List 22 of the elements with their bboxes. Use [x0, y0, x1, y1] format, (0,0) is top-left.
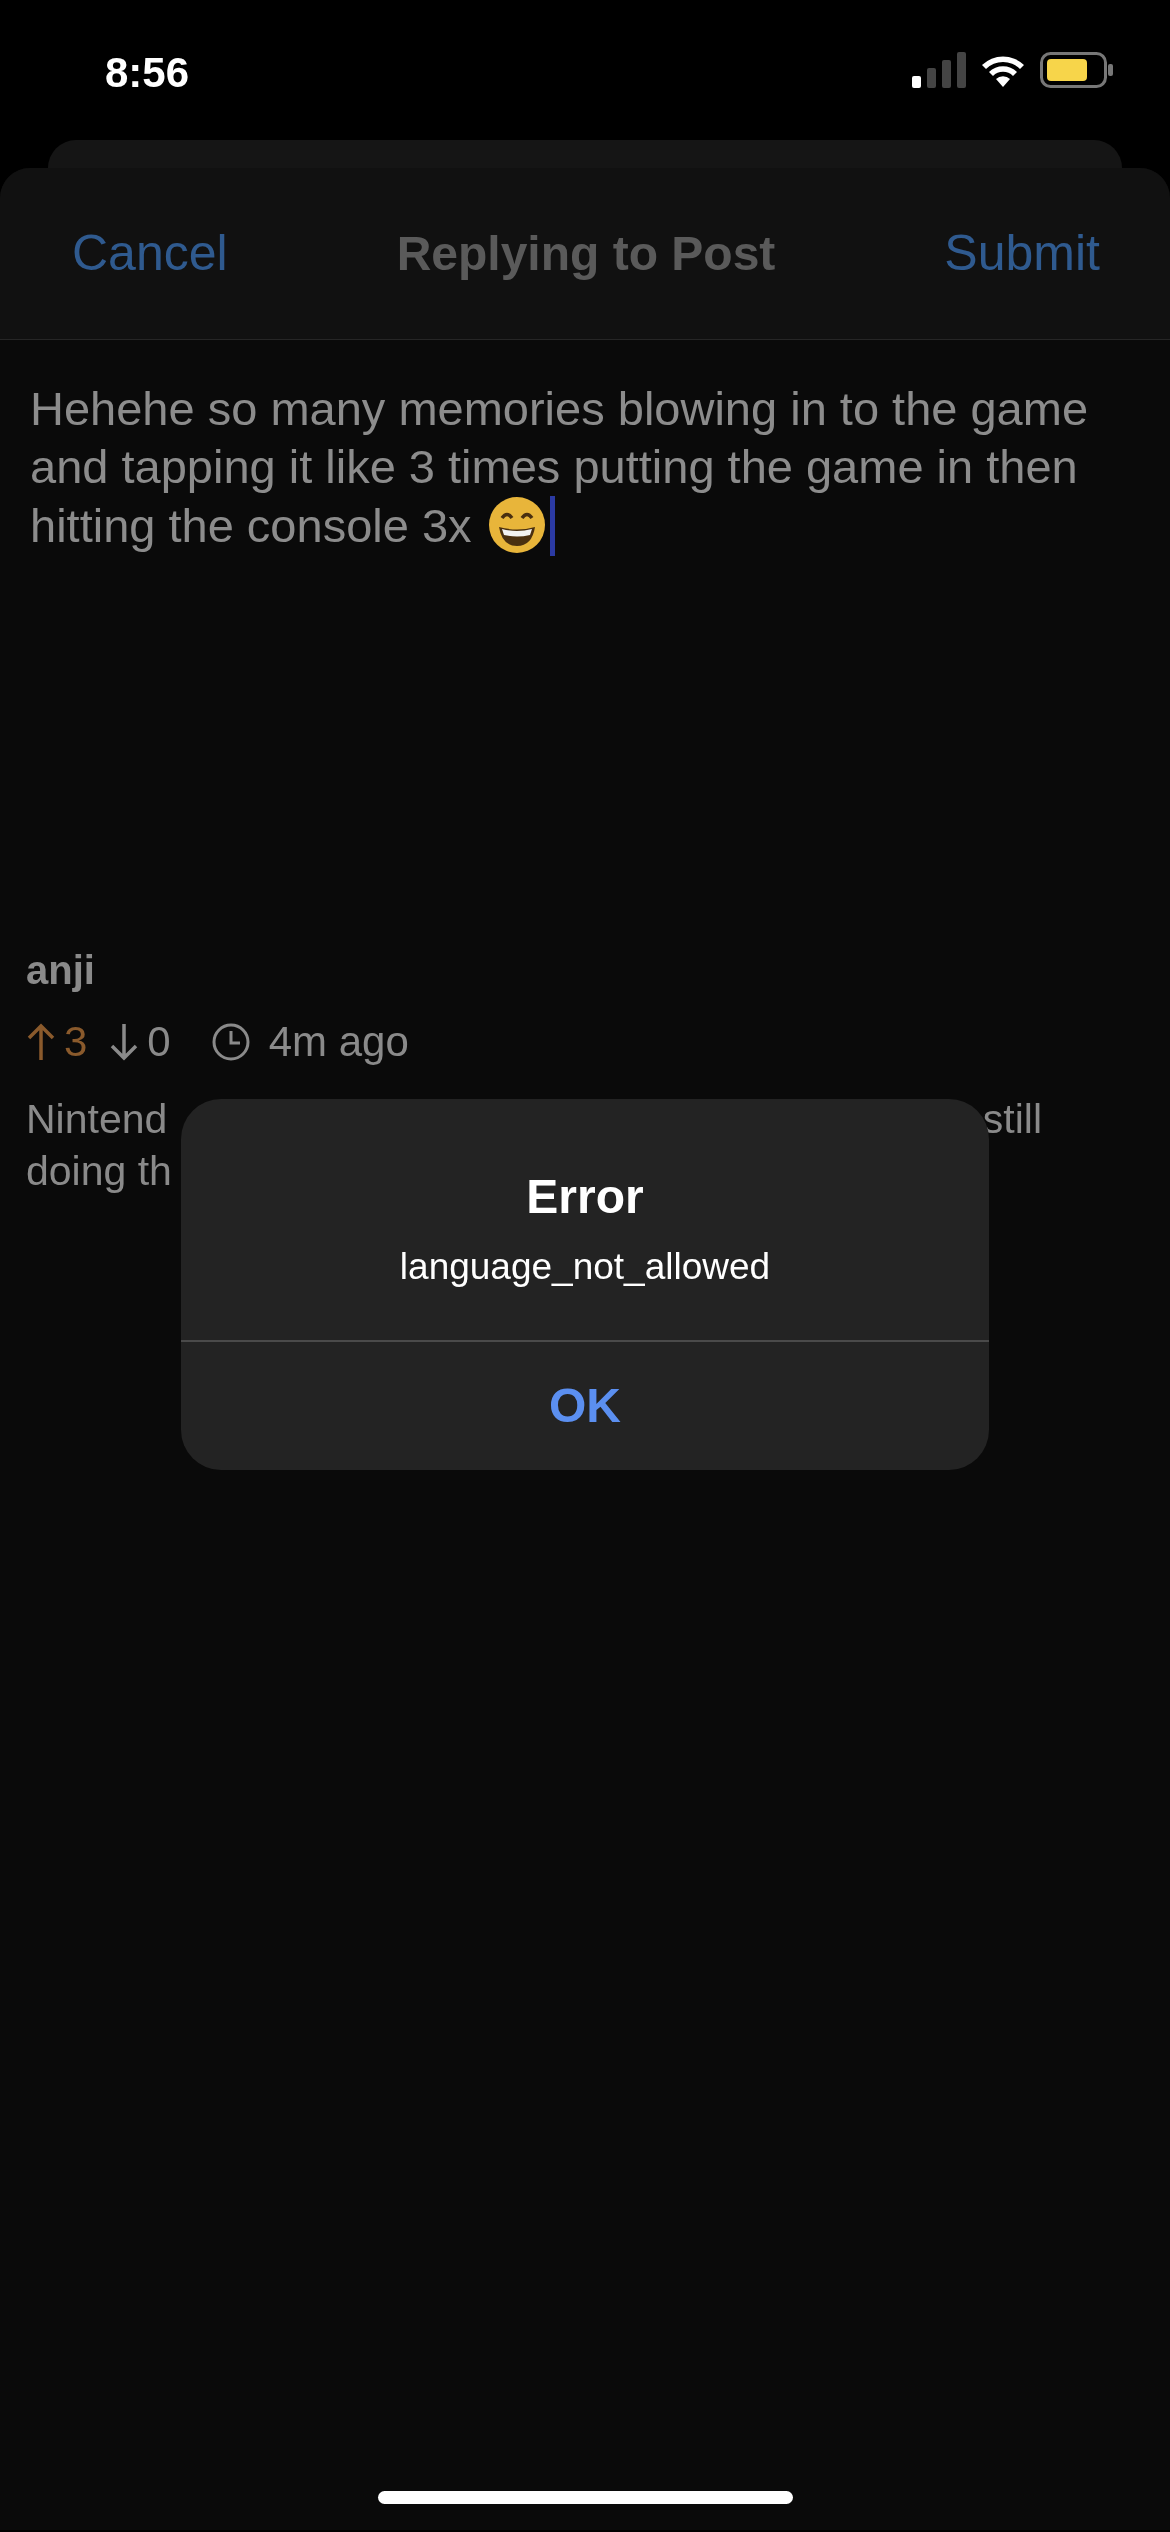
- upvote-count: 3: [64, 1017, 88, 1067]
- text-cursor: [549, 496, 555, 556]
- dialog-message: language_not_allowed: [398, 1245, 772, 1289]
- comment-time: 4m ago: [268, 1017, 409, 1067]
- comment-text: Nintend: [26, 1095, 168, 1144]
- comment-text: still: [982, 1095, 1042, 1144]
- cancel-button[interactable]: Cancel: [72, 216, 228, 291]
- comment-author: anji: [26, 947, 96, 994]
- downvote-count: 0: [147, 1017, 171, 1067]
- clock-icon: [210, 1021, 251, 1062]
- downvote-arrow-icon[interactable]: [109, 1021, 140, 1062]
- wifi-icon: [980, 53, 1026, 87]
- ok-button[interactable]: OK: [181, 1342, 989, 1470]
- dialog-title: Error: [525, 1169, 645, 1225]
- comment-text: doing th: [26, 1147, 172, 1196]
- status-time: 8:56: [105, 52, 190, 94]
- submit-button[interactable]: Submit: [944, 216, 1100, 291]
- header-title: Replying to Post: [396, 225, 776, 282]
- battery-icon: [1040, 52, 1114, 88]
- reply-field[interactable]: Hehehe so many memories blowing in to the game and tapping it like 3 times putting the game in then hitting the console 3x: [30, 380, 1150, 556]
- signal-icon: [912, 52, 966, 88]
- upvote-arrow-icon[interactable]: [26, 1021, 56, 1062]
